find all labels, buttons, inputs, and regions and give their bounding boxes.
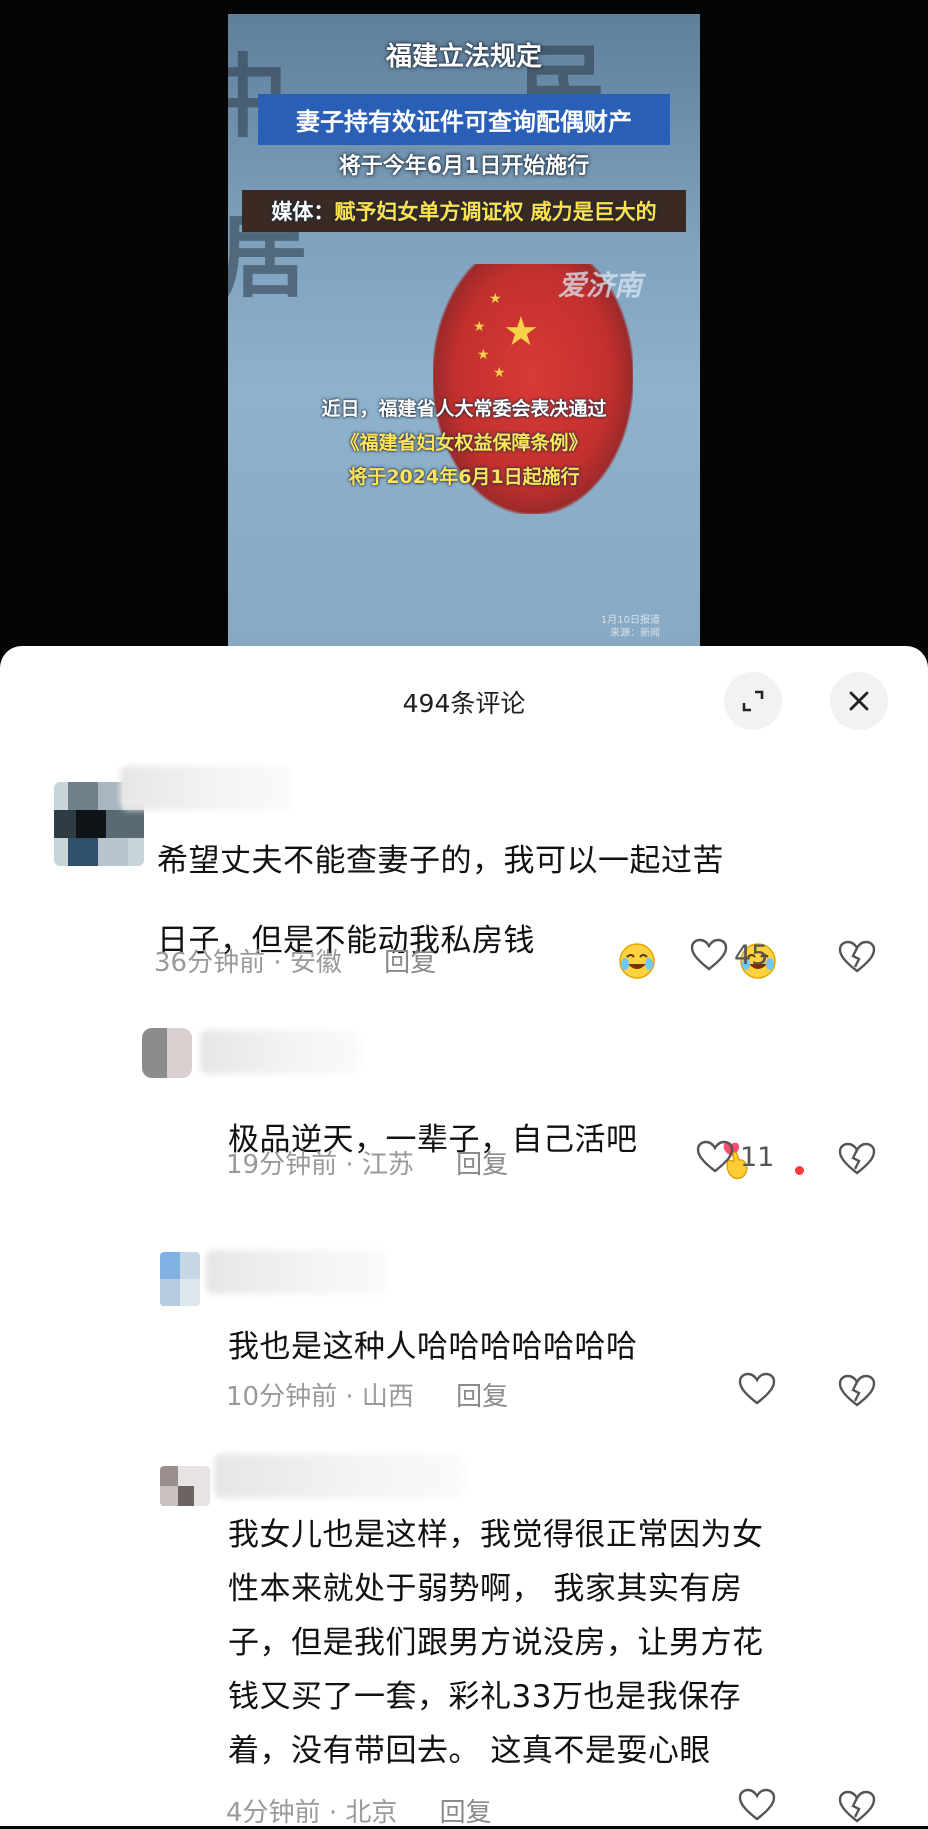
- comment-region: 山西: [361, 1382, 414, 1412]
- comment-meta: 4分钟前 · 北京 回复: [226, 1792, 492, 1829]
- video-caption-line: 《福建省妇女权益保障条例》: [340, 432, 588, 454]
- like-button[interactable]: [738, 1788, 776, 1822]
- heart-icon: [696, 1140, 734, 1173]
- expand-icon: [742, 690, 764, 712]
- video-caption-line: 将于2024年6月1日起施行: [348, 466, 580, 488]
- meta-separator: ·: [273, 948, 282, 978]
- username-blurred[interactable]: [206, 1250, 386, 1294]
- avatar[interactable]: [142, 1028, 192, 1078]
- avatar-mosaic: [160, 1252, 200, 1306]
- video-headline-date: 将于今年6月1日开始施行: [338, 154, 590, 179]
- video-headline-media-text: 赋予妇女单方调证权 威力是巨大的: [334, 200, 657, 224]
- comment-region: 安徽: [289, 948, 342, 978]
- reply-button[interactable]: 回复: [384, 948, 436, 978]
- reply-button[interactable]: 回复: [440, 1798, 492, 1828]
- star-icon: ★: [489, 291, 502, 307]
- comment-item: 我也是这种人哈哈哈哈哈哈哈 10分钟前 · 山西 回复: [0, 1238, 928, 1412]
- reply-button[interactable]: 回复: [456, 1150, 508, 1180]
- video-date-stamp: 1月10日报道 来源：新闻: [601, 614, 660, 640]
- laugh-cry-emoji: [535, 888, 656, 997]
- like-count: 45: [734, 939, 769, 971]
- meta-separator: ·: [345, 1150, 354, 1180]
- video-headline-title: 福建立法规定: [385, 42, 542, 72]
- video-watermark: 爱济南: [558, 269, 643, 302]
- comment-count-title: 494条评论: [402, 689, 526, 718]
- dislike-button[interactable]: [838, 1790, 876, 1828]
- heart-icon: [738, 1372, 776, 1405]
- comment-item: 我女儿也是这样，我觉得很正常因为女 性本来就处于弱势啊， 我家其实有房 子，但是…: [0, 1446, 928, 1829]
- star-icon: ★: [503, 309, 539, 355]
- comments-header: 494条评论: [0, 646, 928, 756]
- comment-item: 极品逆天，一辈子，自己活吧 19分钟前 · 江苏 回复 11: [0, 1016, 928, 1186]
- video-headline-blue: 妻子持有效证件可查询配偶财产: [258, 94, 670, 145]
- avatar[interactable]: [160, 1466, 210, 1506]
- username-blurred[interactable]: [120, 766, 290, 810]
- heart-icon: [690, 938, 728, 971]
- reply-button[interactable]: 回复: [456, 1382, 508, 1412]
- star-icon: ★: [473, 319, 486, 335]
- star-icon: ★: [493, 365, 506, 381]
- video-frame: 中 民 居 ★ ★ ★ ★ ★ 福建立法规定 妻子持有效证件可查询配偶财产 将于…: [228, 14, 700, 646]
- like-button[interactable]: 11: [696, 1140, 774, 1174]
- expand-button[interactable]: [724, 672, 782, 730]
- comment-text: 我女儿也是这样，我觉得很正常因为女 性本来就处于弱势啊， 我家其实有房 子，但是…: [228, 1517, 764, 1769]
- video-player[interactable]: 中 民 居 ★ ★ ★ ★ ★ 福建立法规定 妻子持有效证件可查询配偶财产 将于…: [0, 0, 928, 660]
- video-caption-line: 近日，福建省人大常委会表决通过: [321, 398, 607, 420]
- close-icon: [849, 691, 869, 711]
- comment-region: 北京: [345, 1798, 398, 1828]
- video-stamp-line: 来源：新闻: [610, 628, 660, 639]
- comment-text: 我也是这种人哈哈哈哈哈哈哈: [228, 1329, 638, 1365]
- comment-time: 36分钟前: [154, 948, 266, 978]
- broken-heart-icon: [838, 940, 876, 973]
- username-blurred[interactable]: [214, 1454, 464, 1498]
- broken-heart-icon: [838, 1374, 876, 1407]
- meta-separator: ·: [345, 1382, 354, 1412]
- comment-item: 希望丈夫不能查妻子的，我可以一起过苦 日子，但是不能动我私房钱 36分钟前 · …: [0, 766, 928, 986]
- comments-panel: 494条评论 希望丈夫不能查妻子的，我可以一起过苦 日子，但是不能动我私房钱 3…: [0, 646, 928, 1829]
- avatar-mosaic: [142, 1028, 192, 1078]
- like-button[interactable]: [738, 1372, 776, 1406]
- star-icon: ★: [477, 347, 490, 363]
- comment-meta: 36分钟前 · 安徽 回复: [154, 942, 436, 979]
- dislike-button[interactable]: [838, 1142, 876, 1180]
- video-headline-media: 媒体：赋予妇女单方调证权 威力是巨大的: [242, 190, 686, 232]
- dislike-button[interactable]: [838, 1374, 876, 1412]
- video-headline-media-prefix: 媒体：: [271, 200, 335, 224]
- close-button[interactable]: [830, 672, 888, 730]
- comment-time: 4分钟前: [226, 1798, 321, 1828]
- avatar[interactable]: [160, 1252, 200, 1306]
- meta-separator: ·: [328, 1798, 338, 1828]
- like-button[interactable]: 45: [690, 938, 768, 972]
- heart-icon: [738, 1788, 776, 1821]
- comment-region: 江苏: [361, 1150, 414, 1180]
- broken-heart-icon: [838, 1790, 876, 1823]
- like-count: 11: [740, 1141, 775, 1173]
- username-blurred[interactable]: [200, 1030, 360, 1074]
- comment-time: 10分钟前: [226, 1382, 338, 1412]
- comment-time: 19分钟前: [226, 1150, 338, 1180]
- broken-heart-icon: [838, 1142, 876, 1175]
- avatar-mosaic: [160, 1466, 210, 1506]
- dislike-button[interactable]: [838, 940, 876, 978]
- comment-meta: 10分钟前 · 山西 回复: [226, 1376, 508, 1413]
- video-stamp-line: 1月10日报道: [600, 615, 660, 626]
- notification-dot: [795, 1166, 804, 1175]
- comment-meta: 19分钟前 · 江苏 回复: [226, 1144, 508, 1181]
